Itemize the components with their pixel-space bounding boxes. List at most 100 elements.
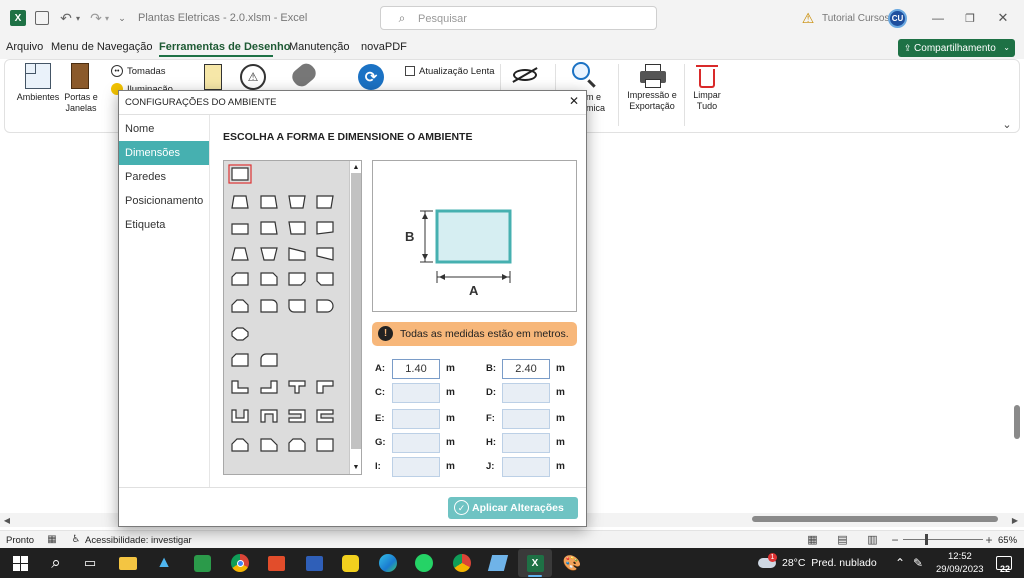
- atualizacao-checkbox[interactable]: [405, 66, 415, 76]
- shape-option[interactable]: [260, 438, 278, 452]
- dimension-input[interactable]: [502, 433, 550, 453]
- magnifier-icon[interactable]: [572, 62, 598, 88]
- shape-option[interactable]: [231, 272, 249, 286]
- macro-record-icon[interactable]: ▦: [46, 533, 58, 545]
- chrome-profile-icon[interactable]: [450, 551, 474, 575]
- app-yellow-icon[interactable]: [338, 551, 362, 575]
- clapper-icon[interactable]: [302, 551, 326, 575]
- nav-posicionamento[interactable]: Posicionamento: [119, 189, 209, 213]
- shape-option[interactable]: [260, 221, 278, 235]
- horizontal-scrollbar-thumb[interactable]: [752, 516, 998, 522]
- scroll-right-icon[interactable]: ▶: [1010, 514, 1020, 526]
- file-explorer-icon[interactable]: [116, 551, 140, 575]
- shape-option[interactable]: [231, 327, 249, 341]
- shape-option[interactable]: [316, 195, 334, 209]
- excel-taskbar-icon[interactable]: X: [523, 551, 547, 575]
- menu-item-manutencao[interactable]: Manutenção: [289, 41, 350, 53]
- shape-option[interactable]: [288, 195, 306, 209]
- app-triangle-icon[interactable]: ▲: [152, 551, 176, 575]
- outlet-icon[interactable]: ••: [111, 65, 123, 77]
- zoom-dinamica-label[interactable]: m e mica: [586, 92, 612, 114]
- ambientes-icon[interactable]: [25, 63, 51, 89]
- nav-nome[interactable]: Nome: [119, 117, 209, 141]
- search-icon[interactable]: ⌕: [44, 551, 68, 575]
- ribbon-collapse-icon[interactable]: ⌄: [1000, 118, 1014, 131]
- shape-option[interactable]: [288, 221, 306, 235]
- dimension-input[interactable]: [502, 409, 550, 429]
- paint-icon[interactable]: 🎨: [560, 551, 584, 575]
- search-box[interactable]: ⌕ Pesquisar: [380, 6, 657, 30]
- dimension-input[interactable]: 2.40: [502, 359, 550, 379]
- dimension-input[interactable]: [392, 383, 440, 403]
- task-view-icon[interactable]: ▭: [78, 551, 102, 575]
- zoom-slider[interactable]: [903, 539, 983, 540]
- dimension-input[interactable]: [392, 433, 440, 453]
- shape-option[interactable]: [316, 272, 334, 286]
- close-icon[interactable]: ✕: [995, 10, 1011, 26]
- close-icon[interactable]: ✕: [567, 94, 581, 108]
- pen-icon[interactable]: ✎: [906, 551, 930, 575]
- shape-option[interactable]: [316, 409, 334, 423]
- menu-item-ferramentas[interactable]: Ferramentas de Desenho: [159, 41, 290, 53]
- shape-option[interactable]: [288, 380, 306, 394]
- shape-option[interactable]: [316, 380, 334, 394]
- shape-option[interactable]: [288, 247, 306, 261]
- dimension-input[interactable]: [392, 409, 440, 429]
- shape-option[interactable]: [231, 409, 249, 423]
- trash-icon[interactable]: [696, 63, 718, 89]
- refresh-icon[interactable]: ⟳: [358, 64, 384, 90]
- dimension-input[interactable]: [502, 383, 550, 403]
- shape-option[interactable]: [260, 272, 278, 286]
- chrome-icon[interactable]: [228, 551, 252, 575]
- menu-item-arquivo[interactable]: Arquivo: [6, 41, 43, 53]
- whatsapp-icon[interactable]: [412, 551, 436, 575]
- shape-gallery[interactable]: ▲ ▼: [223, 160, 362, 475]
- shape-option[interactable]: [231, 380, 249, 394]
- vertical-scrollbar-thumb[interactable]: [1014, 405, 1020, 439]
- shape-option[interactable]: [231, 353, 249, 367]
- portas-janelas-label[interactable]: Portas e Janelas: [62, 92, 100, 114]
- shape-option[interactable]: [288, 409, 306, 423]
- menu-item-navegacao[interactable]: Menu de Navegação: [51, 41, 153, 53]
- shape-option[interactable]: [231, 167, 249, 181]
- scroll-left-icon[interactable]: ◀: [2, 514, 12, 526]
- zoom-slider-thumb[interactable]: [925, 534, 928, 545]
- zoom-out-icon[interactable]: −: [890, 533, 900, 547]
- accessibility-icon[interactable]: ♿: [70, 533, 82, 545]
- dimension-input[interactable]: 1.40: [392, 359, 440, 379]
- warning-icon[interactable]: ⚠: [800, 10, 816, 26]
- redo-dropdown-icon[interactable]: ▾: [103, 11, 111, 25]
- shape-option[interactable]: [316, 438, 334, 452]
- hazard-icon[interactable]: ⚠: [240, 64, 266, 90]
- gallery-scrollbar[interactable]: ▲ ▼: [349, 161, 361, 474]
- shape-option[interactable]: [316, 299, 334, 313]
- nav-paredes[interactable]: Paredes: [119, 165, 209, 189]
- shape-option[interactable]: [316, 221, 334, 235]
- limpar-label[interactable]: Limpar Tudo: [688, 90, 726, 112]
- shape-option[interactable]: [231, 299, 249, 313]
- printer-icon[interactable]: [640, 64, 666, 88]
- shape-option[interactable]: [260, 247, 278, 261]
- customize-qat-icon[interactable]: ⌄: [117, 11, 127, 25]
- eye-off-icon[interactable]: [510, 62, 540, 88]
- shape-list[interactable]: [224, 161, 349, 474]
- weather-text[interactable]: 28°C Pred. nublado: [782, 557, 877, 569]
- shape-option[interactable]: [231, 195, 249, 209]
- scroll-up-icon[interactable]: ▲: [350, 161, 361, 173]
- app-video-icon[interactable]: [264, 551, 288, 575]
- shape-option[interactable]: [260, 299, 278, 313]
- windows-start-icon[interactable]: [8, 551, 32, 575]
- shape-option[interactable]: [260, 195, 278, 209]
- shape-option[interactable]: [316, 247, 334, 261]
- shape-option[interactable]: [231, 223, 249, 235]
- restore-icon[interactable]: ❐: [962, 10, 978, 26]
- clock-time[interactable]: 12:52: [948, 551, 972, 562]
- scroll-down-icon[interactable]: ▼: [350, 461, 361, 473]
- nav-etiqueta[interactable]: Etiqueta: [119, 213, 209, 237]
- undo-dropdown-icon[interactable]: ▾: [74, 11, 82, 25]
- shape-option[interactable]: [288, 299, 306, 313]
- ambientes-label[interactable]: Ambientes: [14, 92, 62, 103]
- gallery-scrollbar-thumb[interactable]: [351, 173, 361, 449]
- nav-dimensoes[interactable]: Dimensões: [119, 141, 209, 165]
- shape-option[interactable]: [288, 438, 306, 452]
